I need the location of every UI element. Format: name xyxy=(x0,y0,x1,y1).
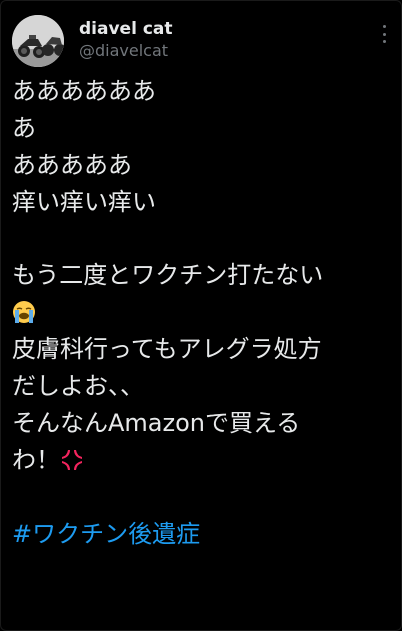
anger-symbol-emoji xyxy=(62,449,82,470)
loudly-crying-face-emoji xyxy=(13,301,35,324)
tweet-line-text: わ！ xyxy=(12,445,60,474)
tweet-text: ああああああ あ あああああ 痒い痒い痒い もう二度とワクチン打たない 皮膚科行… xyxy=(12,73,396,553)
author-handle[interactable]: @diavelcat xyxy=(79,40,173,62)
tweet-line-with-emoji: わ！ xyxy=(12,442,396,479)
tweet-line-empty xyxy=(12,221,396,258)
tweet-card: diavel cat @diavelcat ああああああ あ あああああ 痒い痒… xyxy=(0,0,402,631)
hashtag-link[interactable]: #ワクチン後遺症 xyxy=(12,516,396,553)
tweet-line: ああああああ xyxy=(12,77,156,105)
tweet-line: 痒い痒い痒い xyxy=(12,187,156,216)
author-display-name[interactable]: diavel cat xyxy=(79,18,173,40)
tweet-line: あ xyxy=(12,113,36,142)
avatar[interactable] xyxy=(12,15,64,67)
tweet-line: あああああ xyxy=(12,150,132,179)
tweet-line: だしよお、、 xyxy=(12,372,144,401)
more-vertical-icon[interactable] xyxy=(379,25,389,43)
motorcycle-photo xyxy=(12,15,64,67)
tweet-line-emoji xyxy=(12,294,396,331)
tweet-line: そんなんAmazonで買える xyxy=(12,409,301,438)
tweet-line: 皮膚科行ってもアレグラ処方 xyxy=(12,335,322,364)
tweet-header: diavel cat @diavelcat xyxy=(12,15,392,67)
tweet-line-empty xyxy=(12,479,396,516)
author-names: diavel cat @diavelcat xyxy=(79,18,173,62)
tweet-line: もう二度とワクチン打たない xyxy=(12,261,324,290)
